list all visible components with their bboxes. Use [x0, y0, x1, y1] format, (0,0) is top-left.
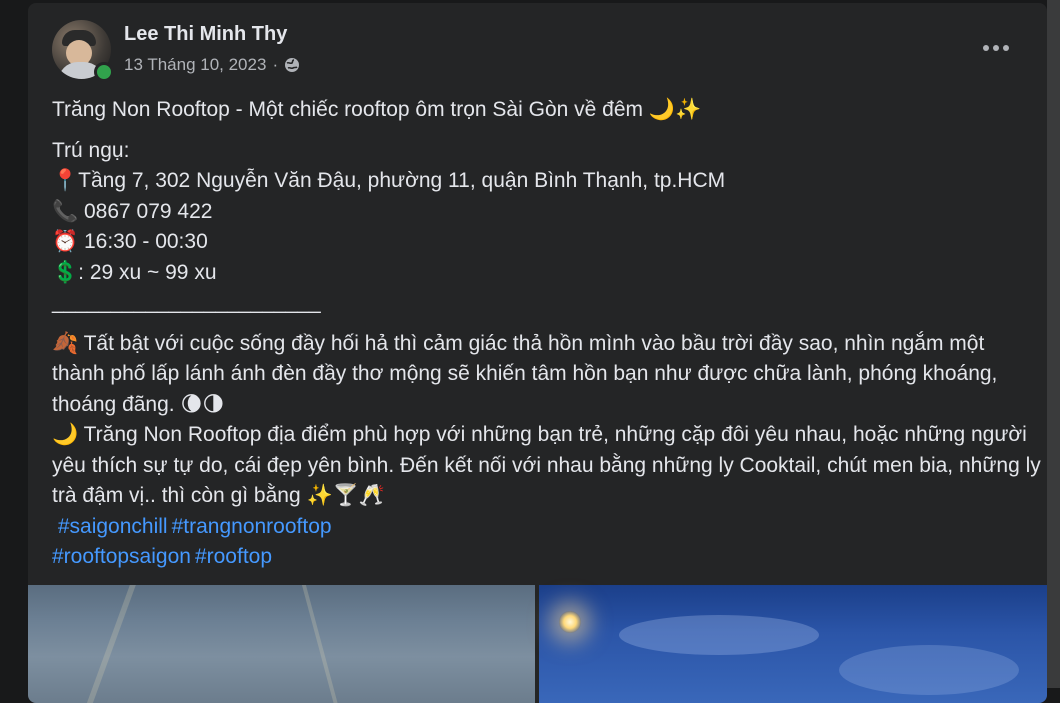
globe-icon[interactable]: [284, 57, 300, 73]
post-card: Lee Thi Minh Thy 13 Tháng 10, 2023 · Tră…: [28, 3, 1047, 703]
post-meta: 13 Tháng 10, 2023 ·: [124, 55, 300, 75]
post-title-line: Trăng Non Rooftop - Một chiếc rooftop ôm…: [52, 98, 702, 121]
hashtags-line-1: #saigonchill #trangnonrooftop: [52, 512, 1042, 543]
hashtag-link[interactable]: #trangnonrooftop: [172, 515, 332, 538]
info-heading: Trú ngụ:: [52, 138, 130, 162]
hashtag-link[interactable]: #saigonchill: [58, 515, 168, 538]
meta-separator: ·: [272, 55, 279, 74]
online-status-indicator: [94, 62, 114, 82]
paragraph-two: 🌙 Trăng Non Rooftop địa điểm phù hợp với…: [52, 423, 1041, 507]
address-line: 📍Tầng 7, 302 Nguyễn Văn Đậu, phường 11, …: [52, 169, 726, 192]
photo-grid: [28, 585, 1047, 703]
lamp-light: [559, 611, 581, 633]
hashtags-line-2: #rooftopsaigon #rooftop: [52, 542, 1042, 573]
price-line: 💲: 29 xu ~ 99 xu: [52, 260, 217, 284]
post-header: Lee Thi Minh Thy 13 Tháng 10, 2023 ·: [28, 3, 1047, 93]
scrollbar-track[interactable]: [1047, 0, 1060, 688]
more-options-icon[interactable]: [978, 33, 1014, 63]
post-date[interactable]: 13 Tháng 10, 2023: [124, 55, 266, 75]
hours-line: ⏰ 16:30 - 00:30: [52, 230, 208, 253]
paragraph-one: 🍂 Tất bật với cuộc sống đầy hối hả thì c…: [52, 331, 998, 416]
phone-line: 📞 0867 079 422: [52, 199, 213, 223]
post-body: Trăng Non Rooftop - Một chiếc rooftop ôm…: [52, 95, 1042, 573]
author-name[interactable]: Lee Thi Minh Thy: [124, 23, 287, 46]
post-photo[interactable]: [539, 585, 1047, 703]
hashtag-link[interactable]: #rooftopsaigon: [52, 545, 191, 568]
post-photo[interactable]: [28, 585, 535, 703]
hashtag-link[interactable]: #rooftop: [195, 545, 272, 568]
divider-line: _______________________: [52, 291, 321, 314]
